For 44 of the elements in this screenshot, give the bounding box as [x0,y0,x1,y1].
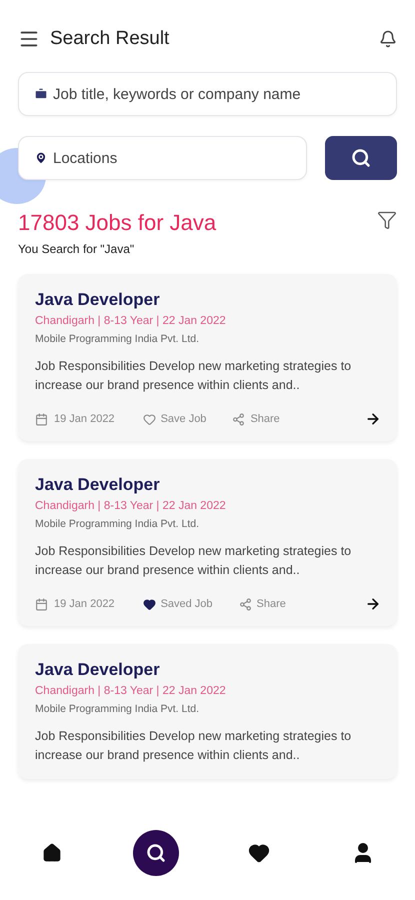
results-subtitle: You Search for "Java" [18,242,136,256]
results-headline: 17803 Jobs for Java [18,210,218,236]
posted-date: 19 Jan 2022 [54,413,115,425]
location-pin-icon [34,151,48,165]
job-description: Job Responsibilities Develop new marketing strategies to increase our brand presence within clients and.. [35,728,352,764]
share-button[interactable]: Share [238,598,286,610]
save-job-button[interactable]: Save Job [142,412,206,426]
page-title: Search Result [50,28,170,50]
job-description: Job Responsibilities Develop new marketing strategies to increase our brand presence within clients and.. [35,543,352,579]
heart-icon [248,842,270,864]
heart-icon [142,598,156,610]
company-name: Mobile Programming India Pvt. Ltd. [35,333,200,345]
home-icon [42,843,62,863]
briefcase-icon [34,87,48,101]
filter-icon[interactable] [377,210,397,230]
job-meta: Chandigarh | 8-13 Year | 22 Jan 2022 [35,315,227,327]
share-icon [238,598,252,610]
calendar-icon [35,598,48,610]
job-card[interactable] [18,274,397,441]
save-job-button[interactable]: Saved Job [142,598,213,610]
job-title: Java Developer [35,290,161,310]
location-field[interactable]: Locations [18,136,307,180]
notification-icon[interactable] [379,30,397,48]
calendar-icon [35,412,48,426]
company-name: Mobile Programming India Pvt. Ltd. [35,703,200,715]
company-name: Mobile Programming India Pvt. Ltd. [35,518,200,530]
keyword-search-field[interactable]: Job title, keywords or company name [18,72,397,116]
search-icon [146,843,166,863]
job-description: Job Responsibilities Develop new marketing strategies to increase our brand presence within clients and.. [35,358,352,394]
arrow-right-icon[interactable] [365,596,381,612]
posted-date: 19 Jan 2022 [54,598,115,610]
share-button[interactable]: Share [232,412,280,426]
job-meta: Chandigarh | 8-13 Year | 22 Jan 2022 [35,500,227,512]
job-card[interactable] [18,459,397,626]
arrow-right-icon[interactable] [365,411,381,427]
share-icon [232,412,246,426]
heart-icon [142,412,156,426]
job-title: Java Developer [35,660,161,680]
job-title: Java Developer [35,475,161,495]
search-icon [351,148,371,168]
job-card[interactable]: Java Developer Chandigarh | 8-13 Year | 22 Jan 2022 Mobile Programming India Pvt. Ltd. Job Responsibilities Develop new marketing strategies to increase our brand presence within clients and.. [18,644,397,779]
job-meta: Chandigarh | 8-13 Year | 22 Jan 2022 [35,685,227,697]
search-button[interactable] [325,136,397,180]
nav-tab[interactable] [132,830,179,876]
